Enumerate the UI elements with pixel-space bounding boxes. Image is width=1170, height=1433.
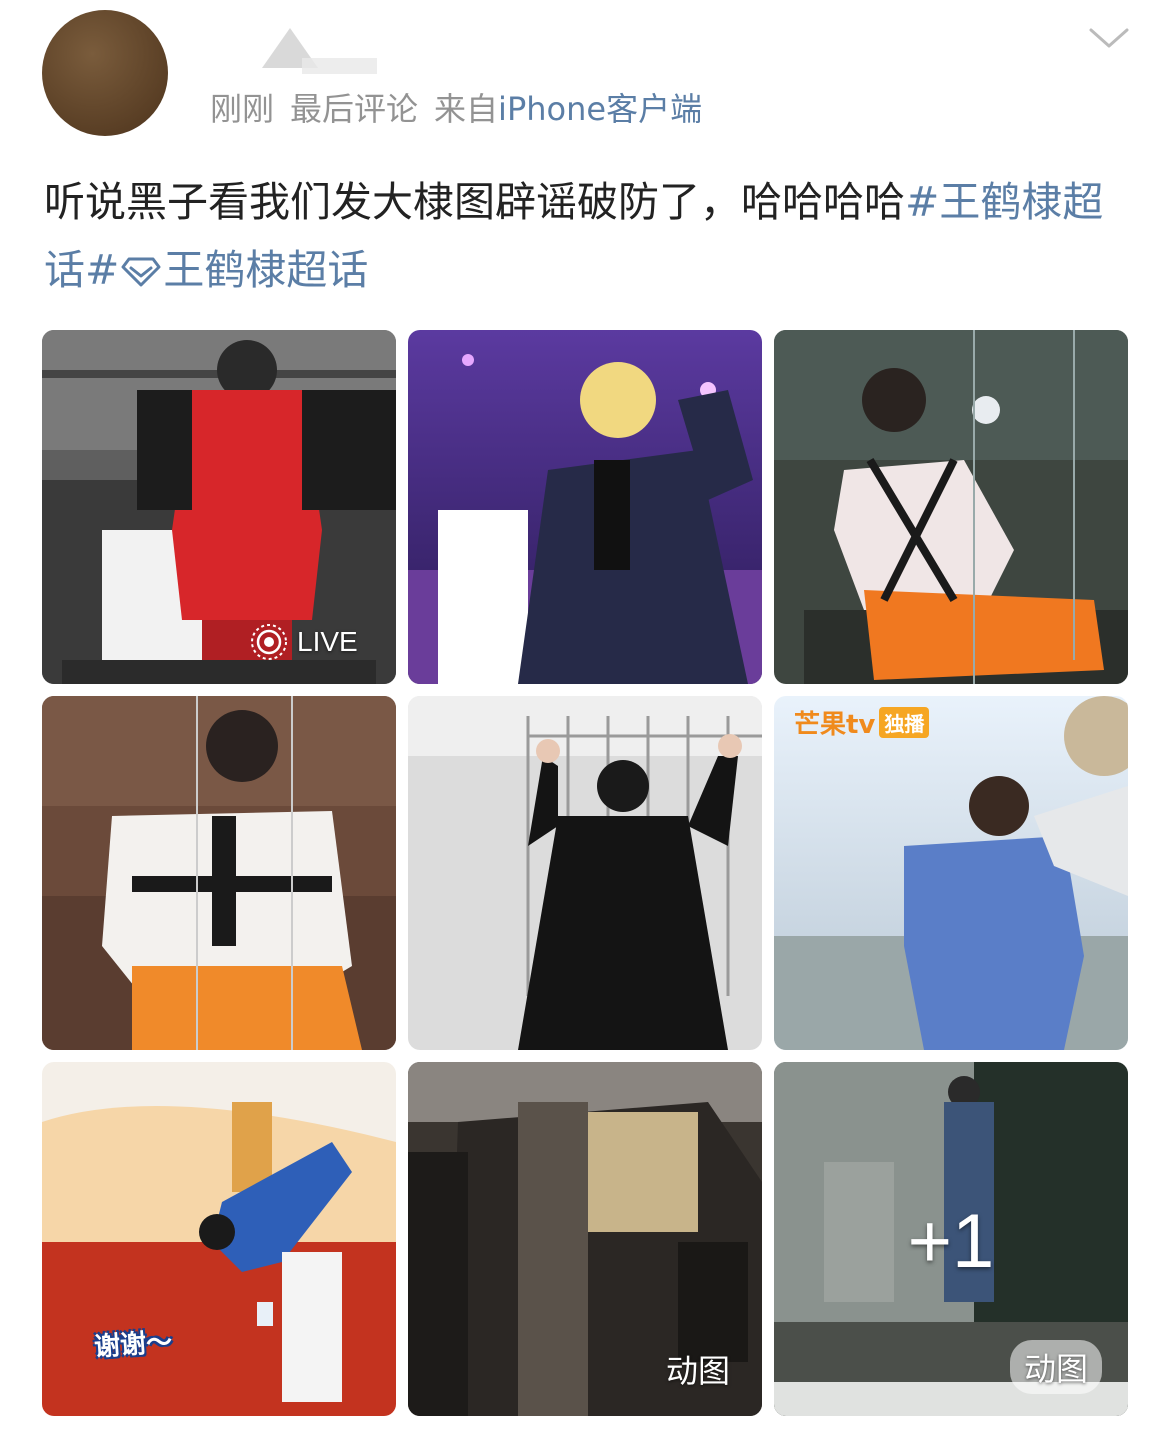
username-redacted[interactable] xyxy=(262,28,382,84)
live-badge: LIVE xyxy=(249,622,358,662)
image-tile-4[interactable] xyxy=(42,696,396,1050)
chevron-down-icon[interactable] xyxy=(1088,26,1130,50)
image-tile-2[interactable] xyxy=(408,330,762,684)
image-tile-1[interactable]: LIVE xyxy=(42,330,396,684)
post-body: 听说黑子看我们发大棣图辟谣破防了，哈哈哈哈 xyxy=(44,178,905,226)
image-tile-3[interactable] xyxy=(774,330,1128,684)
image-tile-9[interactable]: +1 动图 xyxy=(774,1062,1128,1416)
more-images-count: +1 xyxy=(907,1199,995,1284)
gif-badge: 动图 xyxy=(665,1352,730,1390)
source-client-link[interactable]: iPhone客户端 xyxy=(498,84,702,130)
image-tile-7[interactable]: 谢谢～ xyxy=(42,1062,396,1416)
thanks-caption: 谢谢～ xyxy=(93,1327,174,1363)
last-comment-label: 最后评论 xyxy=(290,90,419,128)
photo-stage-suit xyxy=(408,330,762,684)
live-photo-icon xyxy=(251,624,287,660)
diamond-icon xyxy=(121,257,161,287)
timestamp: 刚刚 xyxy=(210,90,275,128)
photo-harness-closeup xyxy=(42,696,396,1050)
image-tile-5[interactable] xyxy=(408,696,762,1050)
gif-badge-2: 动图 xyxy=(1009,1340,1102,1394)
post-text: 听说黑子看我们发大棣图辟谣破防了，哈哈哈哈#王鹤棣超话# 王鹤棣超话 xyxy=(44,168,1134,304)
post-meta: 刚刚 最后评论 来自 iPhone客户端 xyxy=(210,84,702,130)
photo-mango-tv-clip xyxy=(774,696,1128,1050)
source-prefix: 来自 xyxy=(434,90,499,128)
photo-harness xyxy=(774,330,1128,684)
super-topic-link[interactable]: 王鹤棣超话 xyxy=(163,246,368,294)
mango-tag: 独播 xyxy=(879,707,930,738)
image-grid: LIVE 芒果tv 独播 谢谢～ 动图 +1 动图 xyxy=(42,330,1128,1416)
avatar[interactable] xyxy=(42,10,168,136)
live-label: LIVE xyxy=(297,626,358,657)
image-tile-8[interactable]: 动图 xyxy=(408,1062,762,1416)
image-tile-6[interactable]: 芒果tv 独播 xyxy=(774,696,1128,1050)
mango-tv-watermark: 芒果tv 独播 xyxy=(794,704,930,741)
photo-black-coat xyxy=(408,696,762,1050)
mango-brand: 芒果tv xyxy=(794,710,876,740)
